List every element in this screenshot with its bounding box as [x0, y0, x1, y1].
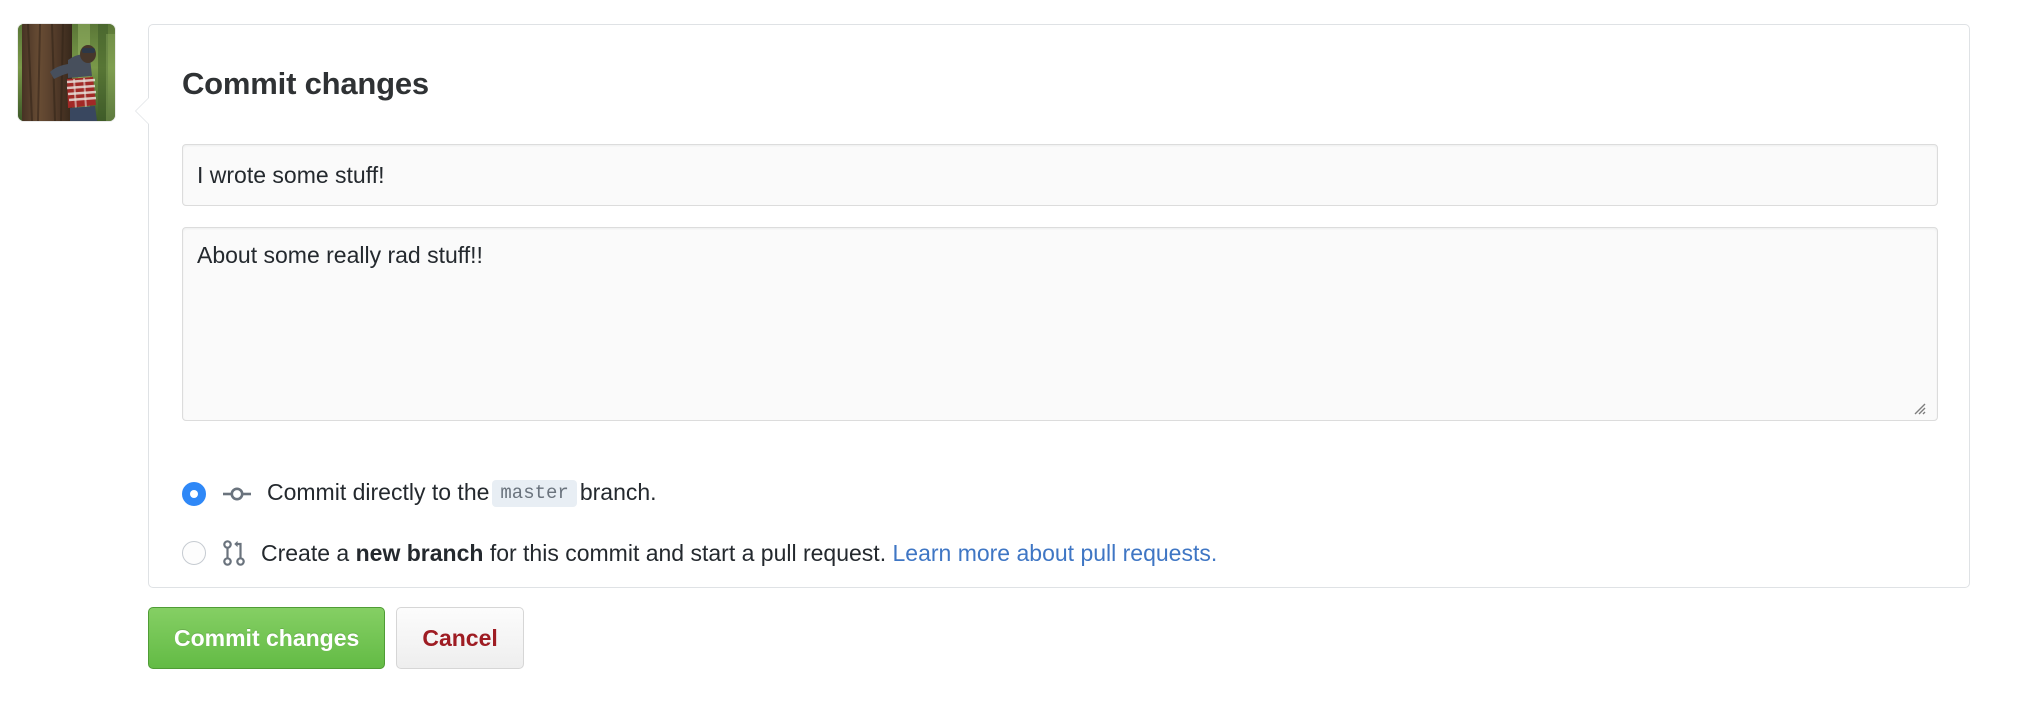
commit-changes-page: Commit changes About some really rad stu…: [0, 0, 2042, 720]
radio-create-new-branch[interactable]: [182, 541, 206, 565]
option-create-new-branch[interactable]: Create a new branch for this commit and …: [182, 540, 1217, 566]
radio-commit-directly[interactable]: [182, 481, 206, 506]
commit-changes-button[interactable]: Commit changes: [148, 607, 386, 669]
avatar: [18, 24, 115, 121]
option-create-new-branch-label: Create a new branch for this commit and …: [261, 539, 1217, 566]
card-arrow-fill: [136, 97, 150, 125]
learn-more-pull-requests-link[interactable]: Learn more about pull requests.: [892, 540, 1217, 566]
commit-description-textarea[interactable]: About some really rad stuff!!: [182, 227, 1938, 421]
commit-directly-text-before: Commit directly to the: [267, 479, 490, 505]
commit-changes-card: Commit changes About some really rad stu…: [135, 24, 1970, 588]
new-branch-bold-text: new branch: [355, 539, 484, 566]
option-commit-directly-label: Commit directly to the master branch.: [267, 480, 657, 507]
form-actions: Commit changes Cancel: [148, 607, 524, 669]
git-pull-request-icon: [223, 540, 245, 566]
git-commit-icon: [223, 484, 251, 504]
cancel-button[interactable]: Cancel: [396, 607, 524, 669]
new-branch-text-after: for this commit and start a pull request…: [489, 539, 887, 566]
commit-directly-text-after: branch.: [579, 479, 657, 505]
commit-summary-input[interactable]: [182, 144, 1938, 206]
branch-name-badge: master: [492, 480, 577, 507]
page-title: Commit changes: [182, 66, 429, 101]
option-commit-directly[interactable]: Commit directly to the master branch.: [182, 480, 657, 507]
new-branch-text-before: Create a: [261, 539, 350, 566]
user-avatar-photo: [18, 24, 115, 121]
